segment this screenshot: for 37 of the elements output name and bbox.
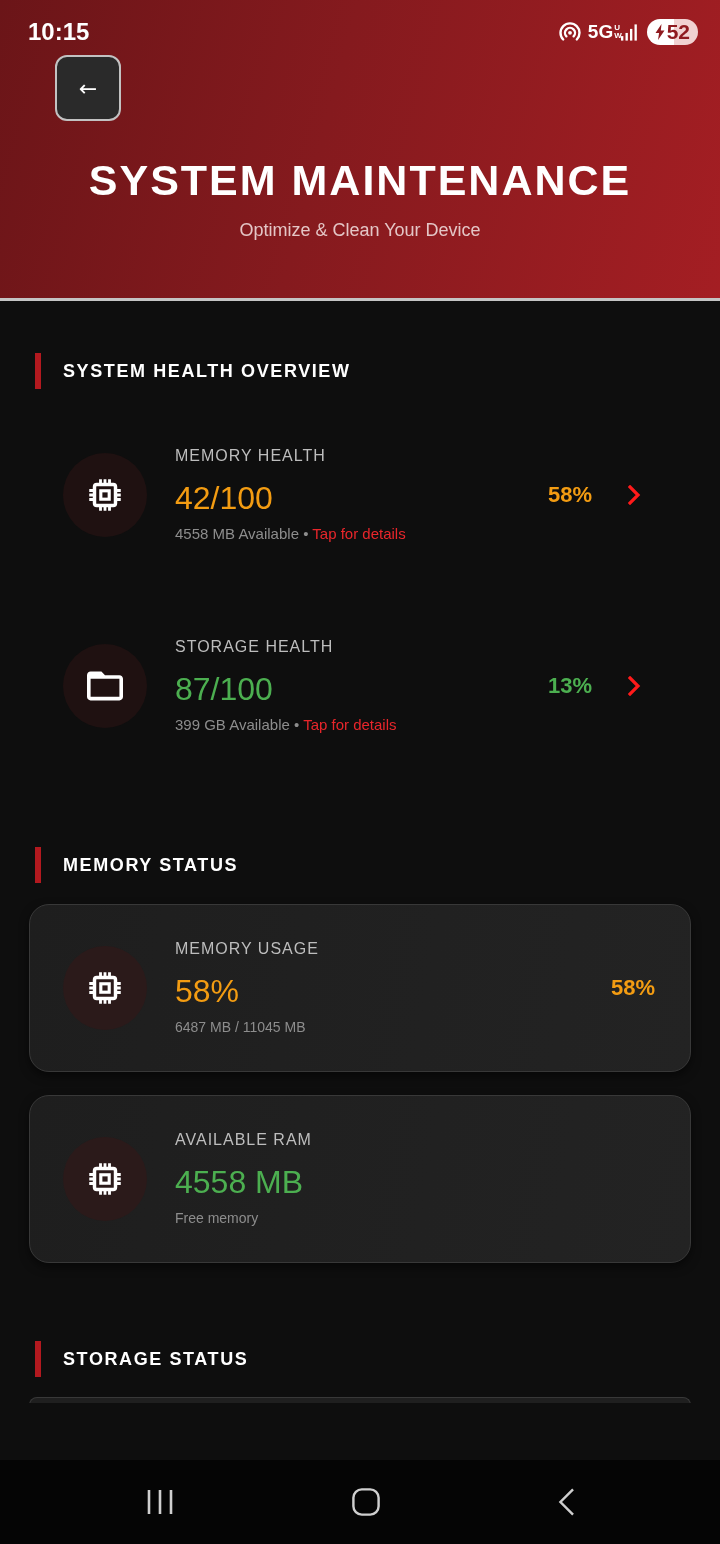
available-text: 4558 MB Available • Tap for details: [175, 524, 406, 544]
health-percent: 58%: [547, 482, 592, 508]
battery-level-text: 52: [666, 20, 690, 44]
section-accent-bar: [35, 1341, 41, 1377]
health-label: MEMORY HEALTH: [175, 446, 326, 466]
card-detail: Free memory: [175, 1209, 259, 1228]
health-score: 87/100: [175, 670, 273, 708]
back-nav-icon[interactable]: [558, 1488, 575, 1516]
details-link[interactable]: Tap for details: [312, 525, 406, 542]
health-percent: 13%: [547, 673, 592, 699]
card-value: 4558 MB: [175, 1163, 304, 1201]
signal-icon: [620, 23, 639, 41]
card-label: MEMORY USAGE: [175, 939, 319, 959]
section-heading: MEMORY STATUS: [63, 854, 239, 876]
charging-bolt-icon: [654, 24, 665, 40]
card-detail: 6487 MB / 11045 MB: [175, 1018, 306, 1037]
available-text: 399 GB Available • Tap for details: [175, 715, 397, 735]
chevron-right-icon[interactable]: [628, 485, 641, 505]
recent-apps-icon[interactable]: [147, 1488, 173, 1516]
section-accent-bar: [35, 847, 41, 883]
back-button[interactable]: ←: [55, 55, 121, 121]
card-percent: 58%: [610, 975, 655, 1001]
hotspot-icon: [557, 22, 582, 42]
page-title: SYSTEM MAINTENANCE: [87, 155, 633, 206]
health-label: STORAGE HEALTH: [175, 637, 334, 657]
page-subtitle: Optimize & Clean Your Device: [238, 219, 482, 242]
network-label: 5G: [587, 21, 614, 43]
section-heading: SYSTEM HEALTH OVERVIEW: [63, 360, 351, 382]
card-label: AVAILABLE RAM: [175, 1130, 312, 1150]
status-time: 10:15: [28, 18, 90, 46]
section-heading: STORAGE STATUS: [63, 1348, 249, 1370]
details-link[interactable]: Tap for details: [303, 716, 397, 733]
card-value: 58%: [175, 972, 240, 1010]
home-icon[interactable]: [351, 1488, 380, 1516]
health-score: 42/100: [175, 479, 273, 517]
section-accent-bar: [35, 353, 41, 389]
chevron-right-icon[interactable]: [628, 676, 641, 696]
